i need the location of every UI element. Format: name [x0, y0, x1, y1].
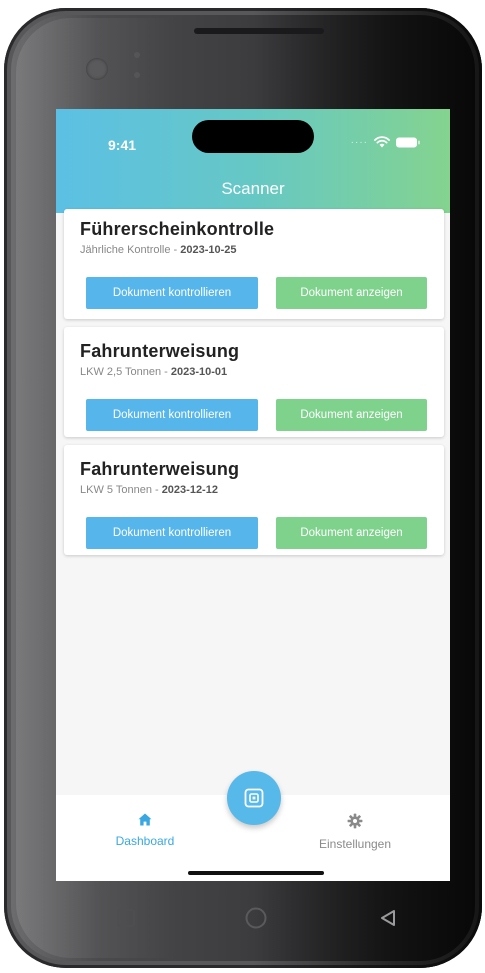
- document-card: Führerscheinkontrolle Jährliche Kontroll…: [64, 209, 444, 319]
- check-document-button[interactable]: Dokument kontrollieren: [86, 399, 258, 431]
- card-subtitle: LKW 5 Tonnen -2023-12-12: [80, 484, 218, 496]
- speaker-slot: [194, 28, 324, 34]
- nav-label-dashboard: Dashboard: [115, 834, 175, 848]
- document-card: Fahrunterweisung LKW 2,5 Tonnen -2023-10…: [64, 327, 444, 437]
- status-time: 9:41: [108, 137, 137, 153]
- phone-device: 9:41 ···· Scanner Führerscheinkontrolle …: [4, 8, 482, 968]
- card-date: 2023-10-01: [170, 366, 228, 378]
- card-subtitle-text: LKW 5 Tonnen -: [80, 484, 159, 496]
- status-icons: ····: [351, 136, 420, 148]
- back-triangle-icon[interactable]: [378, 908, 398, 933]
- recents-icon[interactable]: [116, 908, 136, 933]
- scan-icon: [244, 788, 264, 808]
- nav-item-settings[interactable]: Einstellungen: [300, 813, 410, 851]
- document-card: Fahrunterweisung LKW 5 Tonnen -2023-12-1…: [64, 445, 444, 555]
- card-date: 2023-12-12: [161, 484, 218, 496]
- nav-label-settings: Einstellungen: [318, 837, 392, 851]
- dynamic-island: [192, 120, 314, 153]
- wifi-icon: [374, 136, 390, 148]
- card-title: Fahrunterweisung: [80, 341, 240, 361]
- scan-fab-button[interactable]: [227, 771, 281, 825]
- card-subtitle-text: Jährliche Kontrolle -: [80, 244, 178, 256]
- card-subtitle-text: LKW 2,5 Tonnen -: [80, 366, 168, 378]
- home-indicator: [188, 871, 324, 875]
- sensor-dot: [134, 52, 140, 58]
- view-document-button[interactable]: Dokument anzeigen: [276, 277, 427, 309]
- card-title: Fahrunterweisung: [80, 459, 240, 479]
- check-document-button[interactable]: Dokument kontrollieren: [86, 517, 258, 549]
- gear-icon: [347, 813, 363, 829]
- nav-item-dashboard[interactable]: Dashboard: [90, 813, 200, 848]
- check-document-button[interactable]: Dokument kontrollieren: [86, 277, 258, 309]
- card-title: Führerscheinkontrolle: [80, 219, 275, 239]
- sensor-dot: [134, 72, 140, 78]
- app-screen: 9:41 ···· Scanner Führerscheinkontrolle …: [56, 109, 450, 881]
- card-subtitle: LKW 2,5 Tonnen -2023-10-01: [80, 366, 227, 378]
- home-icon: [138, 813, 152, 826]
- card-subtitle: Jährliche Kontrolle -2023-10-25: [80, 244, 237, 256]
- signal-icon: ····: [350, 136, 368, 148]
- home-circle-icon[interactable]: [244, 906, 268, 935]
- front-camera-icon: [86, 58, 108, 80]
- view-document-button[interactable]: Dokument anzeigen: [276, 399, 427, 431]
- card-date: 2023-10-25: [180, 244, 237, 256]
- android-nav-bar: [4, 880, 482, 960]
- app-header: 9:41 ···· Scanner: [56, 109, 450, 213]
- battery-icon: [396, 137, 420, 148]
- view-document-button[interactable]: Dokument anzeigen: [276, 517, 427, 549]
- page-title: Scanner: [221, 179, 285, 198]
